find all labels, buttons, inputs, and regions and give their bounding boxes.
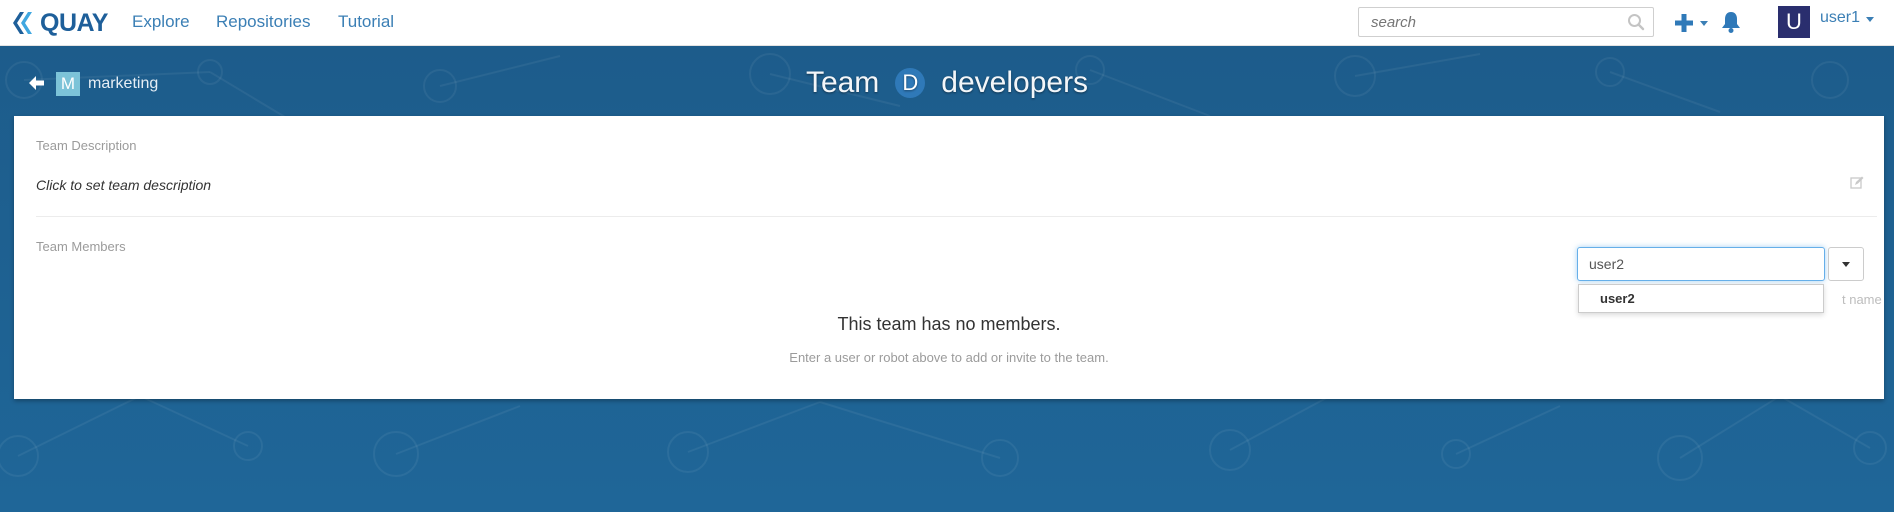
autocomplete-option[interactable]: user2 <box>1600 291 1635 306</box>
top-navbar: QUAY Explore Repositories Tutorial U use… <box>0 0 1894 46</box>
nav-tutorial[interactable]: Tutorial <box>338 12 394 32</box>
empty-members-title: This team has no members. <box>837 314 1061 334</box>
plus-icon <box>1675 14 1693 32</box>
title-prefix: Team <box>805 66 880 99</box>
empty-members-subtitle: Enter a user or robot above to add or in… <box>789 350 1109 365</box>
entity-dropdown-button[interactable] <box>1828 247 1864 281</box>
create-new-button[interactable] <box>1671 10 1711 36</box>
team-avatar: D <box>895 68 926 98</box>
user-avatar: U <box>1778 6 1810 38</box>
add-member-field <box>1577 247 1825 281</box>
team-description-label: Team Description <box>36 138 137 153</box>
brand-name: QUAY <box>40 8 108 37</box>
quay-logo[interactable]: QUAY <box>10 9 108 37</box>
chevron-down-icon <box>1842 261 1850 267</box>
search-box <box>1358 7 1654 37</box>
add-member-input[interactable] <box>1578 248 1818 280</box>
nav-explore[interactable]: Explore <box>132 12 190 32</box>
search-icon[interactable] <box>1627 13 1645 31</box>
team-card: Team Description Click to set team descr… <box>14 116 1884 399</box>
notifications-button[interactable] <box>1719 10 1745 36</box>
bell-icon <box>1722 12 1740 33</box>
member-input-hint: t name <box>1842 292 1882 307</box>
chevron-down-icon <box>1700 21 1708 26</box>
username: user1 <box>1820 9 1861 26</box>
team-members-label: Team Members <box>36 239 126 254</box>
page-title: Team D developers <box>0 66 1894 100</box>
section-divider <box>36 216 1877 217</box>
chevron-down-icon <box>1866 16 1875 22</box>
quay-logo-icon <box>13 12 32 34</box>
search-input[interactable] <box>1359 8 1614 36</box>
team-name: developers <box>941 66 1089 99</box>
nav-repositories[interactable]: Repositories <box>216 12 311 32</box>
autocomplete-dropdown: user2 <box>1578 284 1824 313</box>
edit-icon[interactable] <box>1850 176 1864 190</box>
team-description-placeholder[interactable]: Click to set team description <box>36 177 211 193</box>
user-menu[interactable]: U user1 <box>1778 6 1875 38</box>
